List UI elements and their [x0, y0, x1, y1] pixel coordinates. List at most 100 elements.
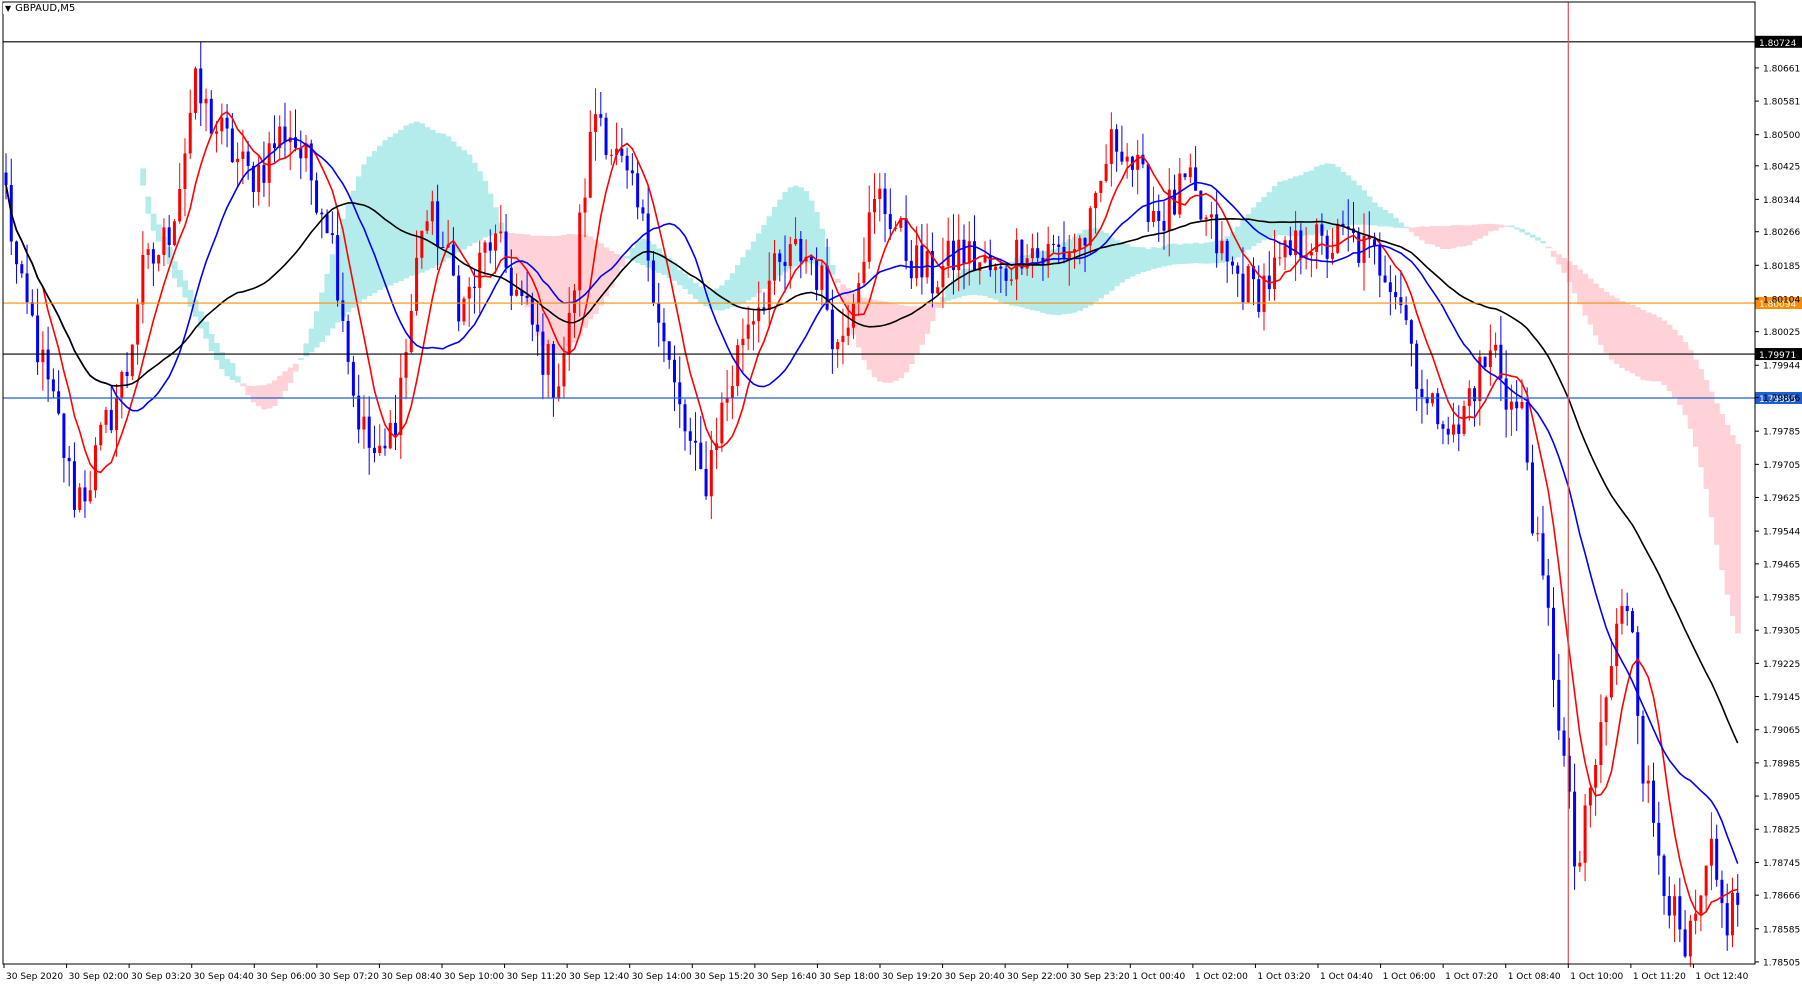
kumo-segment [1135, 247, 1141, 275]
kumo-segment [750, 241, 757, 298]
kumo-segment [1382, 210, 1389, 227]
candle-body [1220, 240, 1224, 254]
kumo-segment [1566, 261, 1573, 283]
candle-body [1241, 273, 1245, 303]
chart-area[interactable]: ▼ GBPAUD,M5 1.80724 1.80094 1.79971 1.79865… [0, 0, 1802, 990]
kumo-segment [708, 290, 715, 309]
kumo-segment [313, 311, 320, 348]
symbol-label[interactable]: ▼ GBPAUD,M5 [3, 3, 78, 14]
x-tick-label: 30 Sep 03:20 [131, 972, 191, 982]
candle-body [625, 155, 629, 171]
y-tick-label: 1.79625 [1763, 494, 1800, 504]
kumo-segment [892, 303, 899, 381]
candle-body [709, 450, 713, 497]
y-tick-label: 1.79544 [1763, 528, 1800, 538]
candle-body [115, 397, 119, 431]
kumo-segment [177, 270, 183, 288]
kumo-segment [424, 127, 431, 271]
candle-body [1725, 903, 1729, 936]
dropdown-triangle-icon[interactable]: ▼ [5, 4, 11, 13]
y-tick-label: 1.79065 [1763, 726, 1800, 736]
candle-body [41, 349, 45, 363]
kumo-segment [1619, 301, 1626, 369]
candle-body [551, 344, 555, 398]
candle-body [1394, 292, 1398, 298]
candle-body [1578, 862, 1582, 867]
kumo-segment [366, 156, 373, 297]
candle-body [204, 98, 208, 104]
candle-body [383, 445, 387, 449]
candle-body [557, 386, 561, 398]
x-tick-label: 30 Sep 18:00 [819, 972, 879, 982]
candle-body [178, 188, 182, 222]
candle-body [841, 335, 845, 343]
candle-body [772, 253, 776, 281]
candle-body [1209, 214, 1213, 218]
kumo-segment [724, 279, 731, 309]
candle-body [1715, 838, 1719, 880]
kumo-segment [1603, 291, 1610, 353]
kumo-segment [350, 190, 357, 308]
x-tick-label: 1 Oct 08:40 [1508, 972, 1561, 982]
kumo-segment [1282, 180, 1289, 236]
x-tick-label: 1 Oct 11:20 [1633, 972, 1686, 982]
candle-body [1662, 855, 1666, 897]
candle-body [325, 214, 329, 234]
candle-body [1188, 167, 1192, 178]
candle-body [504, 231, 508, 268]
candle-body [193, 68, 197, 113]
candle-body [836, 342, 840, 350]
kumo-segment [1408, 227, 1415, 232]
candle-body [183, 153, 187, 189]
candle-body [636, 173, 640, 208]
candle-body [78, 487, 82, 510]
price-chart-svg[interactable]: 1.807241.800941.799711.79865 1.807271.80… [0, 0, 1802, 990]
candle-body [1236, 265, 1240, 274]
candle-body [93, 445, 97, 491]
candle-body [146, 249, 150, 255]
candle-body [583, 197, 587, 213]
kumo-segment [1703, 380, 1710, 489]
candle-body [588, 131, 592, 198]
kumo-segment [1098, 230, 1104, 299]
candle-body [1051, 243, 1055, 245]
kumo-segment [1403, 226, 1410, 229]
candle-body [1652, 780, 1656, 823]
candle-body [873, 199, 876, 213]
candle-body [1736, 892, 1740, 905]
candle-body [1136, 154, 1140, 170]
kumo-segment [1503, 225, 1510, 227]
candle-body [246, 151, 250, 166]
candle-body [394, 422, 398, 436]
x-tick-label: 1 Oct 02:00 [1195, 972, 1248, 982]
x-tick-label: 30 Sep 12:40 [569, 972, 629, 982]
kumo-segment [1435, 225, 1441, 247]
kumo-segment [971, 269, 978, 296]
candle-body [1225, 240, 1229, 262]
candle-body [1673, 896, 1677, 916]
kumo-segment [1540, 241, 1547, 244]
candle-body [867, 212, 871, 262]
y-tick-label: 1.79385 [1763, 594, 1800, 604]
candle-body [1157, 210, 1161, 221]
candle-body [451, 244, 455, 276]
kumo-segment [1140, 247, 1147, 272]
x-tick-label: 30 Sep 22:00 [1007, 972, 1067, 982]
kumo-segment [1719, 414, 1726, 570]
kumo-segment [319, 292, 325, 342]
y-tick-label: 1.79705 [1763, 461, 1800, 471]
kumo-segment [556, 235, 562, 353]
candle-body [1057, 244, 1061, 247]
candle-body [172, 221, 176, 245]
y-tick-label: 1.79145 [1763, 693, 1800, 703]
candle-body [1178, 173, 1182, 215]
kumo-segment [1650, 314, 1657, 382]
candle-body [546, 344, 550, 375]
kumo-segment [240, 383, 246, 387]
kumo-segment [1424, 226, 1431, 244]
x-tick-label: 30 Sep 16:40 [757, 972, 817, 982]
kumo-segment [477, 171, 483, 241]
candle-body [257, 164, 261, 192]
candle-body [1230, 261, 1234, 266]
kumo-segment [1514, 227, 1520, 230]
